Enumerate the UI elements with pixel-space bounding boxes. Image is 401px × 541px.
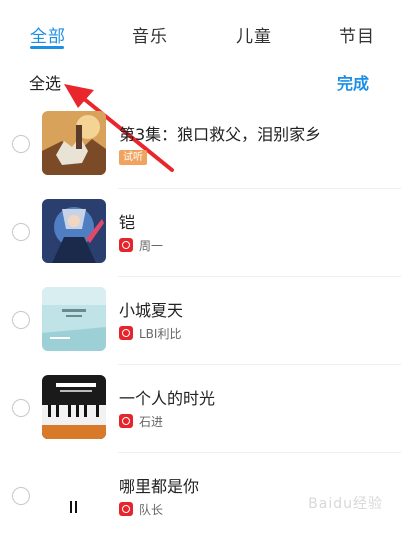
track-title: 哪里都是你: [119, 477, 200, 496]
tab-music[interactable]: 音乐: [132, 22, 168, 47]
select-all-button[interactable]: 全选: [29, 70, 61, 94]
track-title: 铠: [119, 213, 136, 232]
artist-name: LBI利比: [139, 326, 182, 341]
track-meta: 试听: [119, 149, 147, 165]
album-cover: [42, 375, 106, 439]
list-item[interactable]: 小城夏天 LBI利比: [0, 277, 401, 365]
artist-name: 石进: [139, 414, 164, 429]
track-meta: 周一: [119, 237, 163, 253]
list-item[interactable]: 铠 周一: [0, 189, 401, 277]
track-title: 第3集：狼口救父，泪别家乡: [119, 125, 322, 144]
track-title: 一个人的时光: [119, 389, 216, 408]
album-cover: [42, 111, 106, 175]
select-radio[interactable]: [12, 487, 30, 505]
watermark: Baidu经验: [308, 496, 383, 512]
music-source-icon: [119, 326, 133, 340]
tab-all[interactable]: 全部: [30, 22, 66, 47]
track-meta: 石进: [119, 413, 163, 429]
track-meta: 队长: [119, 501, 163, 517]
done-button[interactable]: 完成: [337, 70, 369, 94]
album-cover: [42, 463, 106, 527]
music-source-icon: [119, 414, 133, 428]
music-source-icon: [119, 502, 133, 516]
list-item[interactable]: 一个人的时光 石进: [0, 365, 401, 453]
tab-children[interactable]: 儿童: [236, 22, 272, 47]
category-tabs: 全部 音乐 儿童 节目: [0, 0, 401, 56]
list-item[interactable]: 第3集：狼口救父，泪别家乡 试听: [0, 101, 401, 189]
track-meta: LBI利比: [119, 325, 181, 341]
album-cover: [42, 199, 106, 263]
active-tab-indicator: [30, 46, 64, 49]
track-title: 小城夏天: [119, 301, 184, 320]
select-radio[interactable]: [12, 223, 30, 241]
tab-programs[interactable]: 节目: [339, 22, 375, 47]
select-radio[interactable]: [12, 311, 30, 329]
select-radio[interactable]: [12, 135, 30, 153]
artist-name: 周一: [139, 238, 164, 253]
album-cover: [42, 287, 106, 351]
artist-name: 队长: [139, 502, 164, 517]
select-radio[interactable]: [12, 399, 30, 417]
music-source-icon: [119, 238, 133, 252]
trial-badge: 试听: [119, 149, 147, 165]
